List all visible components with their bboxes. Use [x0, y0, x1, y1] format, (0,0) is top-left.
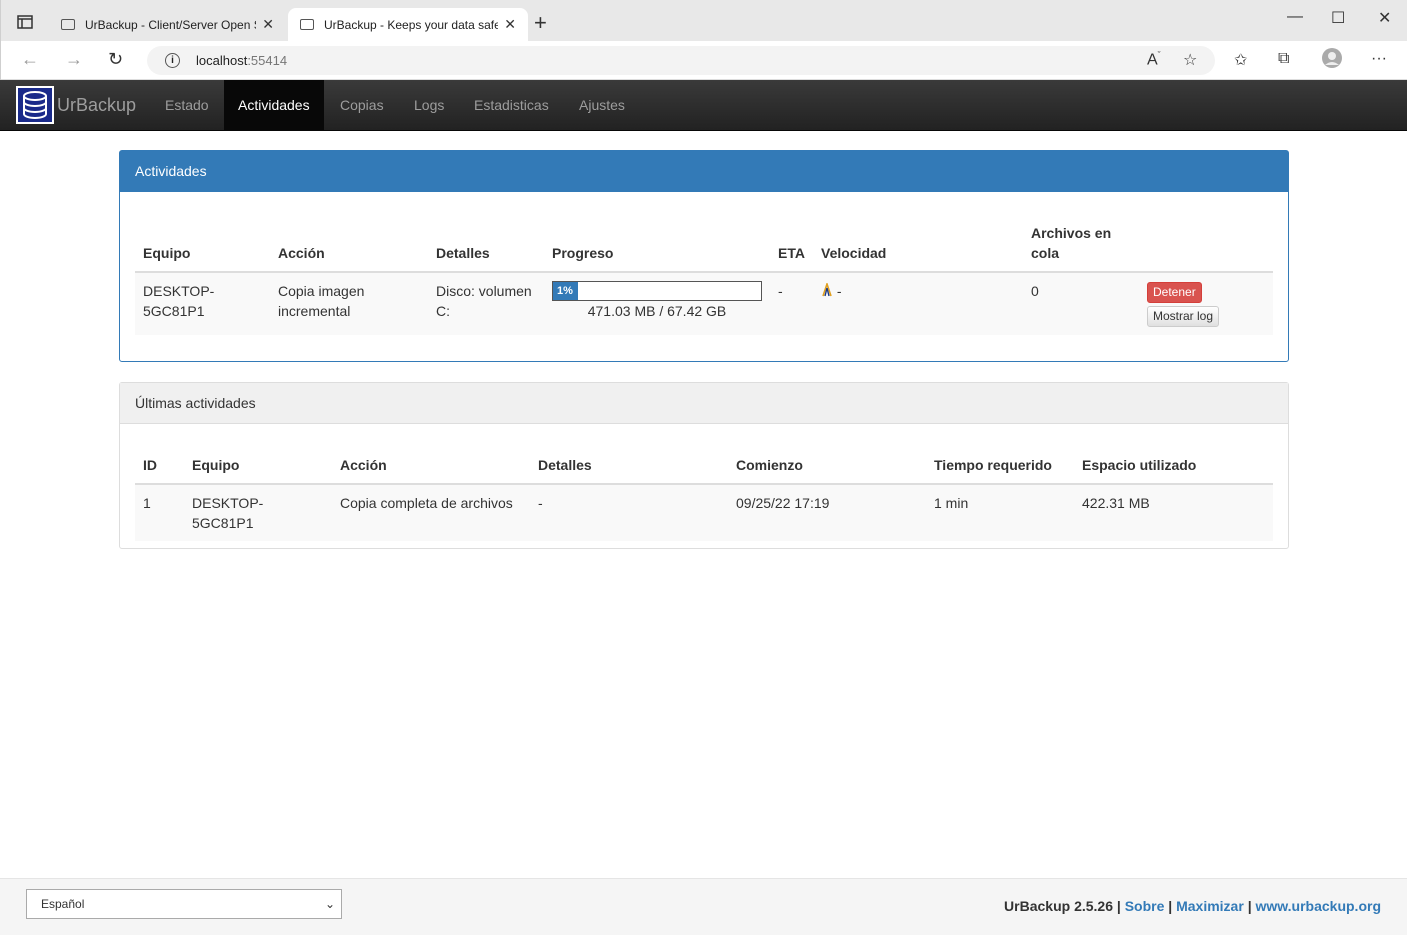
speed-graph-icon: [821, 281, 837, 299]
separator: |: [1116, 898, 1121, 914]
cell-progreso: 1% 471.03 MB / 67.42 GB: [544, 272, 770, 335]
collections-icon[interactable]: ⧉: [1278, 50, 1289, 68]
address-bar-row: ← → ↻ i localhost:55414 Aˇ ☆ ✩ ⧉ ···: [1, 41, 1407, 80]
browser-tab-1[interactable]: UrBackup - Client/Server Open S ✕: [49, 8, 286, 41]
col-velocidad: Velocidad: [813, 215, 1023, 273]
browser-tab-2[interactable]: UrBackup - Keeps your data safe ✕: [288, 8, 528, 41]
language-value: Español: [41, 897, 85, 911]
speed-value: -: [836, 283, 842, 299]
page-icon: [300, 19, 314, 30]
progress-text: 471.03 MB / 67.42 GB: [587, 303, 727, 319]
info-icon[interactable]: i: [165, 53, 180, 68]
close-tab-icon[interactable]: ✕: [262, 16, 274, 33]
col-espacio: Espacio utilizado: [1074, 447, 1273, 485]
col-accion: Acción: [332, 447, 530, 485]
col-progreso: Progreso: [544, 215, 770, 273]
minimize-icon[interactable]: —: [1287, 8, 1303, 26]
website-link[interactable]: www.urbackup.org: [1256, 898, 1382, 914]
cell-espacio: 422.31 MB: [1082, 495, 1150, 511]
about-link[interactable]: Sobre: [1125, 898, 1165, 914]
brand[interactable]: UrBackup: [16, 86, 136, 124]
tab-title: UrBackup - Keeps your data safe: [324, 17, 499, 32]
cell-equipo: DESKTOP-5GC81P1: [143, 283, 215, 319]
language-select[interactable]: Español ⌄: [26, 889, 342, 919]
tab-actions-icon[interactable]: [11, 10, 39, 34]
table-row: 1 DESKTOP-5GC81P1 Copia completa de arch…: [135, 484, 1273, 541]
refresh-icon[interactable]: ↻: [108, 49, 123, 70]
cell-archivos-cola: 0: [1031, 283, 1039, 299]
col-equipo: Equipo: [184, 447, 332, 485]
col-equipo: Equipo: [135, 215, 270, 273]
last-activities-panel-title: Últimas actividades: [120, 383, 1288, 424]
add-favorite-icon[interactable]: ☆: [1183, 50, 1197, 70]
chevron-down-icon: ⌄: [324, 897, 335, 911]
progress-bar: 1%: [552, 281, 762, 301]
url-port: :55414: [247, 53, 288, 68]
cell-id: 1: [143, 495, 151, 511]
nav-copias[interactable]: Copias: [326, 80, 398, 131]
maximize-icon[interactable]: ☐: [1331, 8, 1345, 28]
cell-equipo: DESKTOP-5GC81P1: [192, 495, 264, 531]
last-activities-panel: Últimas actividades ID Equipo Acción Det…: [119, 382, 1289, 549]
cell-accion: Copia imagen incremental: [278, 283, 365, 319]
col-id: ID: [135, 447, 184, 485]
separator: |: [1247, 898, 1252, 914]
nav-estadisticas[interactable]: Estadisticas: [460, 80, 563, 131]
tab-strip: UrBackup - Client/Server Open S ✕ UrBack…: [1, 0, 1407, 41]
footer-info: UrBackup 2.5.26 | Sobre | Maximizar | ww…: [1004, 898, 1381, 914]
footer: Español ⌄ UrBackup 2.5.26 | Sobre | Maxi…: [0, 878, 1407, 935]
cell-detalles: -: [538, 495, 543, 511]
page-icon: [61, 19, 75, 30]
cell-actions: Detener Mostrar log: [1139, 272, 1273, 335]
progress-fill: 1%: [553, 282, 578, 300]
cell-comienzo: 09/25/22 17:19: [736, 495, 830, 511]
more-menu-icon[interactable]: ···: [1371, 50, 1387, 68]
browser-chrome: UrBackup - Client/Server Open S ✕ UrBack…: [0, 0, 1407, 80]
version-text: UrBackup 2.5.26: [1004, 898, 1113, 914]
activities-panel: Actividades Equipo Acción Detalles Progr…: [119, 150, 1289, 362]
last-activities-table: ID Equipo Acción Detalles Comienzo Tiemp…: [135, 447, 1273, 541]
nav-actividades[interactable]: Actividades: [224, 80, 324, 131]
activities-table: Equipo Acción Detalles Progreso ETA Velo…: [135, 215, 1273, 335]
cell-accion: Copia completa de archivos: [340, 495, 513, 511]
maximize-link[interactable]: Maximizar: [1176, 898, 1244, 914]
col-detalles: Detalles: [428, 215, 544, 273]
table-row: DESKTOP-5GC81P1 Copia imagen incremental…: [135, 272, 1273, 335]
favorites-icon[interactable]: ✩: [1234, 50, 1247, 70]
cell-detalles: Disco: volumen C:: [436, 283, 532, 319]
url-field[interactable]: i localhost:55414: [147, 46, 1215, 75]
col-tiempo: Tiempo requerido: [926, 447, 1074, 485]
col-comienzo: Comienzo: [728, 447, 926, 485]
read-aloud-icon[interactable]: Aˇ: [1147, 50, 1161, 69]
nav-logs[interactable]: Logs: [400, 80, 458, 131]
col-accion: Acción: [270, 215, 428, 273]
forward-icon[interactable]: →: [65, 49, 83, 70]
close-tab-icon[interactable]: ✕: [504, 16, 516, 33]
close-window-icon[interactable]: ✕: [1378, 8, 1391, 28]
cell-velocidad: -: [813, 272, 1023, 335]
new-tab-icon[interactable]: +: [534, 10, 547, 36]
nav-ajustes[interactable]: Ajustes: [565, 80, 639, 131]
separator: |: [1168, 898, 1173, 914]
activities-panel-title: Actividades: [120, 151, 1288, 192]
cell-eta: -: [778, 283, 783, 299]
brand-text: UrBackup: [57, 94, 137, 115]
stop-button[interactable]: Detener: [1147, 282, 1202, 303]
nav-estado[interactable]: Estado: [151, 80, 223, 131]
cell-tiempo: 1 min: [934, 495, 969, 511]
show-log-button[interactable]: Mostrar log: [1147, 306, 1220, 327]
app-navbar: UrBackup Estado Actividades Copias Logs …: [0, 80, 1407, 131]
url-host: localhost: [196, 53, 248, 68]
col-actions: [1139, 215, 1273, 273]
col-detalles: Detalles: [530, 447, 728, 485]
back-icon[interactable]: ←: [21, 49, 39, 70]
urbackup-logo-icon: [16, 86, 54, 124]
tab-title: UrBackup - Client/Server Open S: [85, 17, 257, 32]
col-archivos-cola: Archivos en cola: [1023, 215, 1139, 273]
col-eta: ETA: [770, 215, 813, 273]
profile-icon[interactable]: [1321, 47, 1343, 74]
